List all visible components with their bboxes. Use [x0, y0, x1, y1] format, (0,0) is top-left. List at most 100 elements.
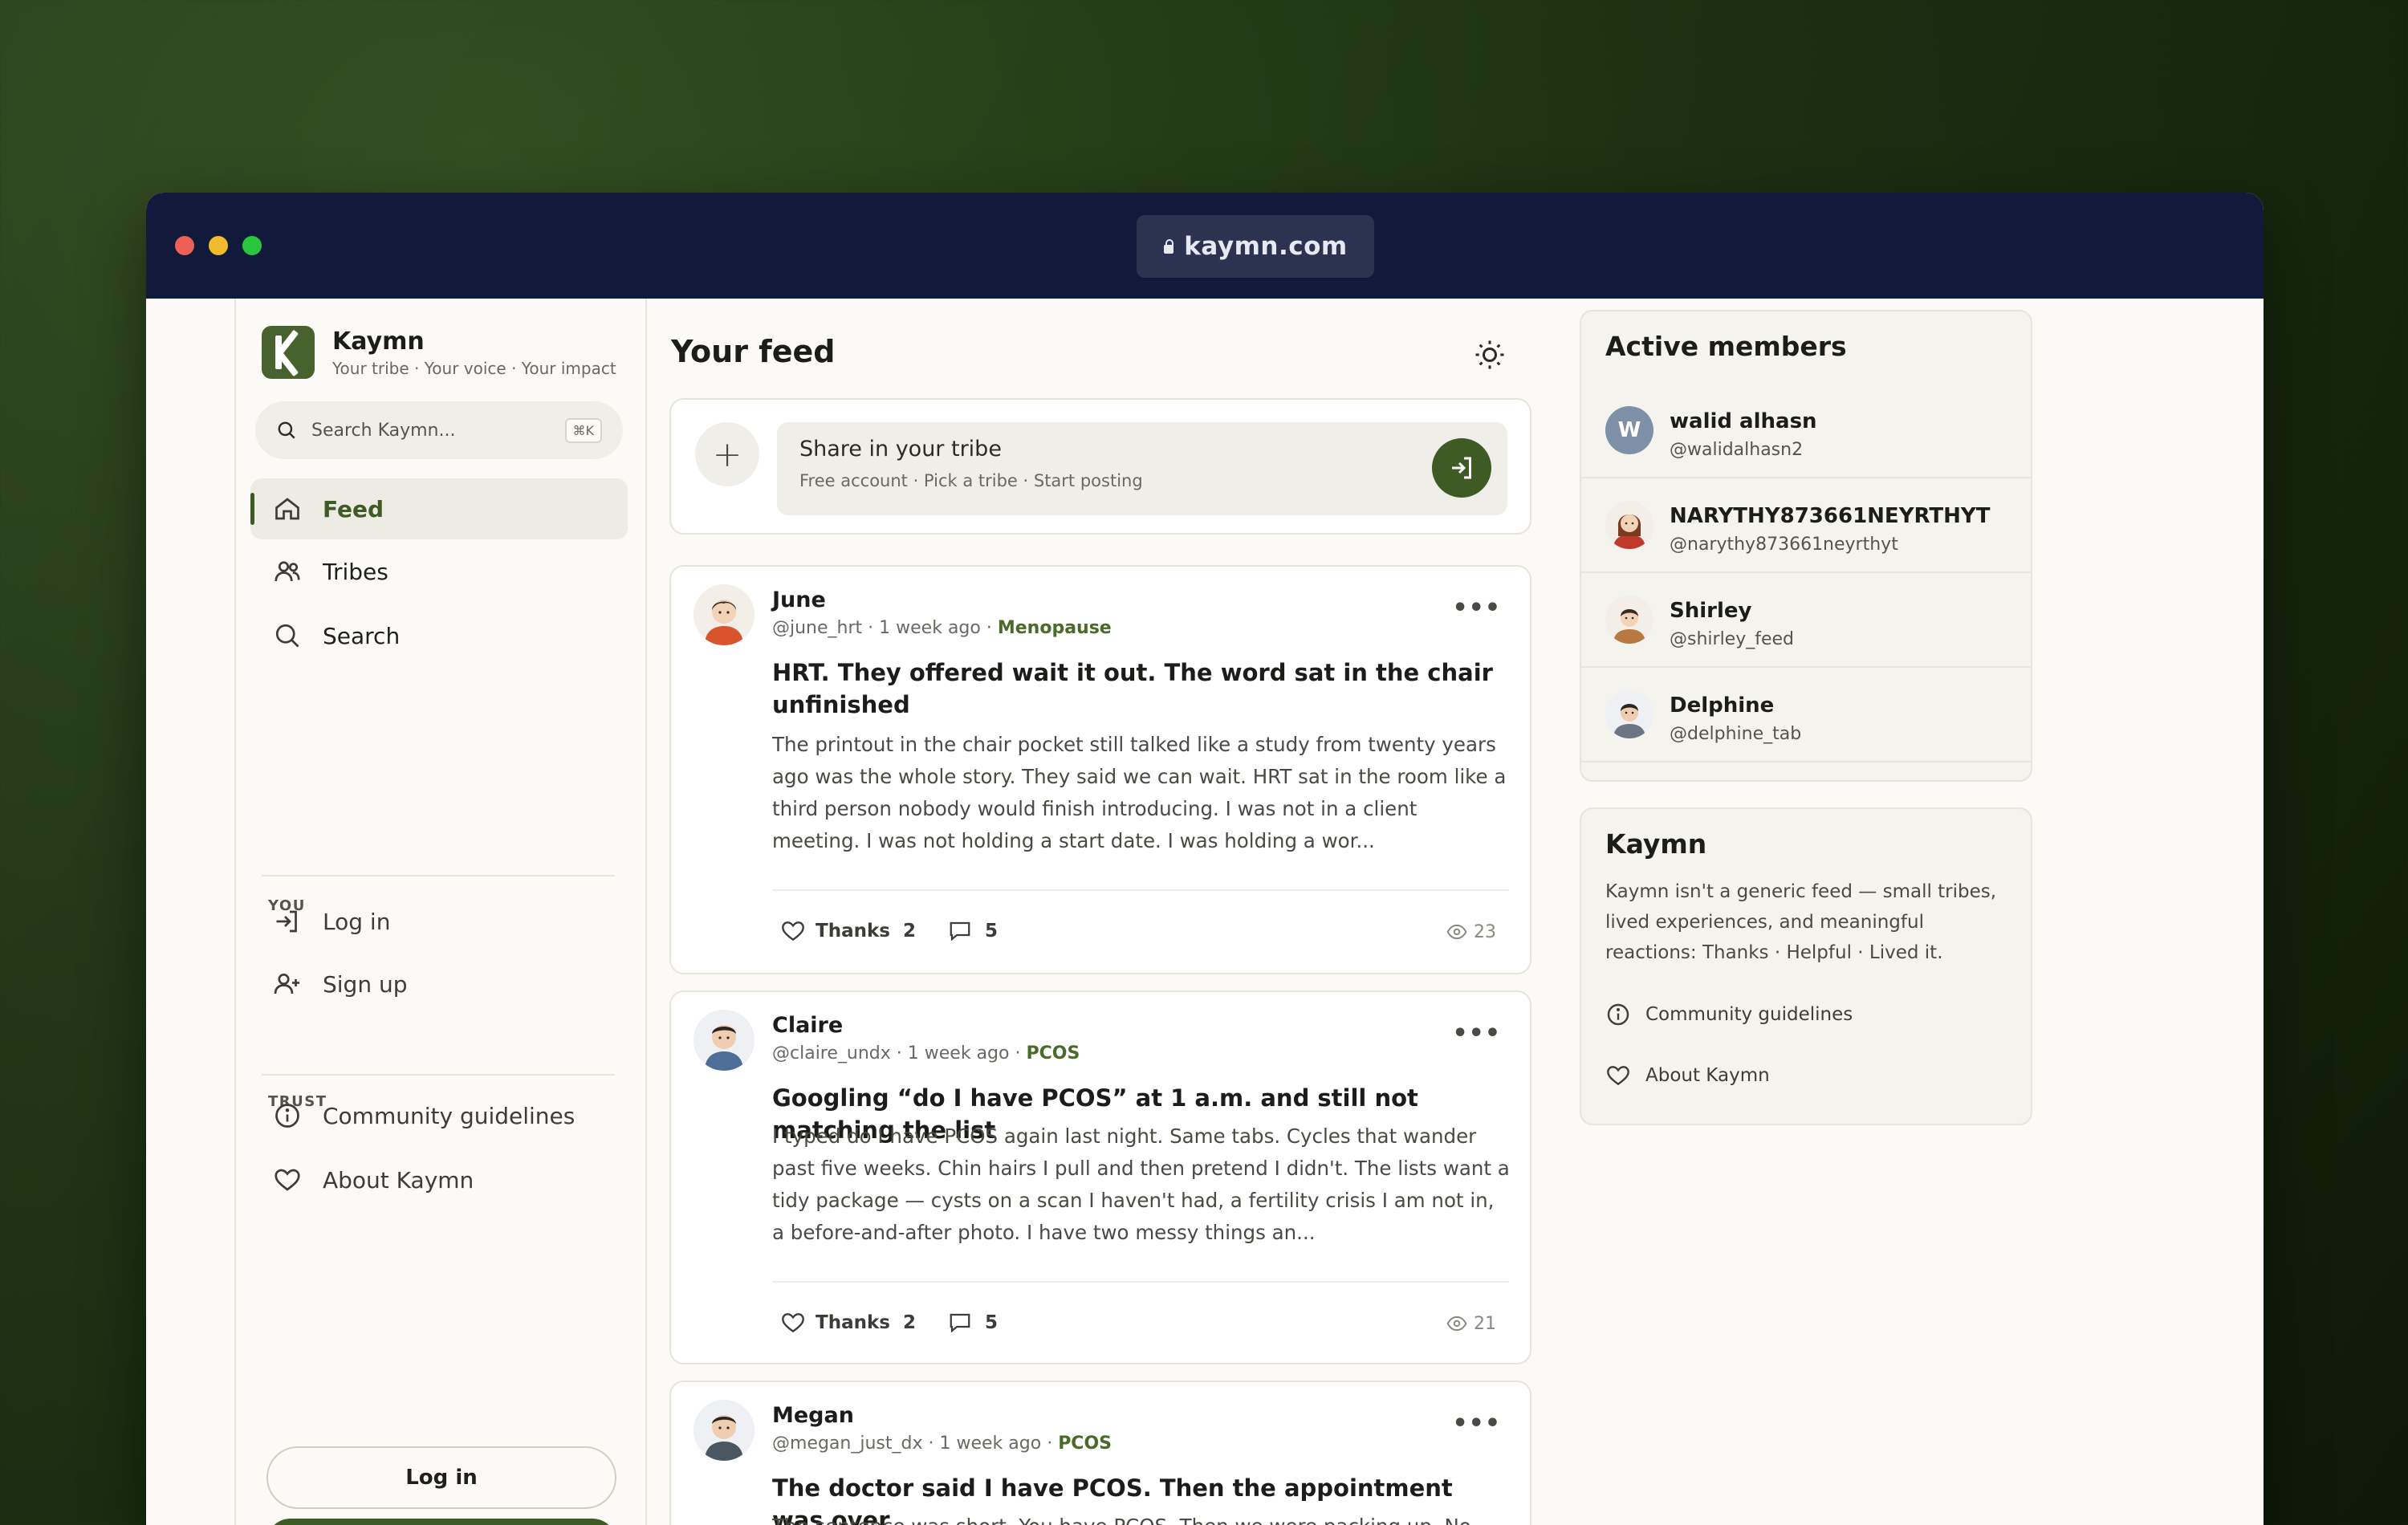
- avatar-illustration: [694, 1010, 755, 1071]
- post-meta: @claire_undx · 1 week ago · PCOS: [772, 1043, 1080, 1063]
- brand[interactable]: Kaymn Your tribe · Your voice · Your imp…: [262, 326, 616, 379]
- post-reactions: Thanks 2 5: [780, 918, 1030, 944]
- address-bar-url: kaymn.com: [1184, 232, 1348, 261]
- views-count: 23: [1474, 921, 1496, 942]
- sidebar-item-community-guidelines[interactable]: Community guidelines: [250, 1085, 628, 1146]
- login-button[interactable]: Log in: [266, 1446, 616, 1509]
- thanks-label: Thanks: [816, 1312, 890, 1333]
- info-icon: [1607, 1003, 1629, 1026]
- signup-button[interactable]: [266, 1519, 616, 1525]
- sidebar-item-signup[interactable]: Sign up: [250, 954, 628, 1015]
- comment-icon: [950, 921, 970, 941]
- sidebar-item-label: Tribes: [323, 558, 388, 585]
- post-tribe-tag[interactable]: Menopause: [998, 618, 1112, 638]
- heart-icon: [1607, 1066, 1629, 1086]
- post-views: 23: [1446, 921, 1496, 942]
- avatar: [1605, 596, 1653, 644]
- eye-icon: [1446, 1316, 1467, 1332]
- avatar: W: [1605, 406, 1653, 454]
- more-options-icon[interactable]: •••: [1452, 1409, 1501, 1438]
- member-name: walid alhasn: [1670, 409, 1817, 433]
- post-author[interactable]: Megan: [772, 1403, 854, 1428]
- sidebar-item-about[interactable]: About Kaymn: [250, 1149, 628, 1210]
- post-card[interactable]: June @june_hrt · 1 week ago · Menopause …: [669, 565, 1531, 974]
- close-window-button[interactable]: [175, 236, 194, 255]
- comments-count: 5: [984, 1312, 998, 1333]
- member-item[interactable]: W walid alhasn @walidalhasn2: [1581, 384, 2031, 478]
- more-options-icon[interactable]: •••: [1452, 1019, 1501, 1047]
- address-bar[interactable]: kaymn.com: [1137, 215, 1374, 278]
- search-shortcut-badge: ⌘K: [564, 417, 602, 443]
- sidebar-item-tribes[interactable]: Tribes: [250, 541, 628, 602]
- sidebar-item-search[interactable]: Search: [250, 605, 628, 666]
- avatar-illustration: [694, 584, 755, 645]
- thanks-button[interactable]: Thanks 2: [780, 918, 916, 944]
- sidebar-item-login[interactable]: Log in: [250, 891, 628, 952]
- community-guidelines-link[interactable]: Community guidelines: [1605, 1002, 1853, 1027]
- minimize-window-button[interactable]: [209, 236, 228, 255]
- thanks-label: Thanks: [816, 921, 890, 941]
- user-plus-icon: [274, 973, 299, 994]
- post-time: 1 week ago: [879, 618, 981, 638]
- about-kaymn-link[interactable]: About Kaymn: [1605, 1063, 1770, 1088]
- member-item[interactable]: Shirley @shirley_feed: [1581, 573, 2031, 668]
- post-meta: @june_hrt · 1 week ago · Menopause: [772, 618, 1112, 638]
- sidebar-item-feed[interactable]: Feed: [250, 478, 628, 539]
- comments-button[interactable]: 5: [948, 1311, 998, 1335]
- sidebar-item-label: Log in: [323, 908, 391, 935]
- post-author[interactable]: June: [772, 588, 826, 612]
- feed: Your feed + Share in your tribe Free acc…: [669, 299, 1531, 1525]
- post-author[interactable]: Claire: [772, 1013, 843, 1038]
- avatar[interactable]: [694, 1400, 755, 1461]
- comments-button[interactable]: 5: [948, 919, 998, 943]
- brand-tagline: Your tribe · Your voice · Your impact: [332, 358, 616, 378]
- browser-window: kaymn.com Kaymn Your tribe · Your voice …: [146, 193, 2264, 1525]
- member-handle: @walidalhasn2: [1670, 440, 1804, 460]
- avatar-illustration: [694, 1400, 755, 1461]
- sidebar-divider: [262, 1074, 615, 1076]
- add-post-button[interactable]: +: [695, 422, 759, 486]
- post-title[interactable]: HRT. They offered wait it out. The word …: [772, 657, 1511, 721]
- member-item[interactable]: NARYTHY873661NEYRTHYT @narythy873661neyr…: [1581, 478, 2031, 573]
- avatar[interactable]: [694, 1010, 755, 1071]
- maximize-window-button[interactable]: [242, 236, 262, 255]
- post-handle: @claire_undx: [772, 1043, 891, 1063]
- share-input[interactable]: Share in your tribe Free account · Pick …: [777, 422, 1507, 515]
- brand-name: Kaymn: [332, 327, 425, 356]
- info-icon: [275, 1104, 299, 1128]
- link-label: Community guidelines: [1645, 1004, 1853, 1025]
- member-handle: @shirley_feed: [1670, 629, 1795, 649]
- avatar: [1605, 501, 1653, 549]
- theme-toggle-sun-icon[interactable]: [1474, 339, 1506, 371]
- start-posting-button[interactable]: [1432, 438, 1491, 498]
- post-reactions: Thanks 2 5: [780, 1310, 1030, 1336]
- thanks-button[interactable]: Thanks 2: [780, 1310, 916, 1336]
- home-icon: [275, 498, 299, 520]
- about-card: Kaymn Kaymn isn't a generic feed — small…: [1580, 807, 2032, 1125]
- post-divider: [772, 1281, 1509, 1283]
- post-card[interactable]: Megan @megan_just_dx · 1 week ago · PCOS…: [669, 1381, 1531, 1525]
- post-time: 1 week ago: [907, 1043, 1010, 1063]
- avatar[interactable]: [694, 584, 755, 645]
- sidebar: Kaymn Your tribe · Your voice · Your imp…: [234, 299, 647, 1525]
- sidebar-item-label: About Kaymn: [323, 1166, 474, 1194]
- login-icon: [276, 910, 297, 933]
- post-tribe-tag[interactable]: PCOS: [1058, 1434, 1112, 1454]
- sidebar-item-label: Search: [323, 622, 401, 649]
- avatar: [1605, 690, 1653, 738]
- search-icon: [278, 421, 295, 439]
- member-item[interactable]: Delphine @delphine_tab: [1581, 668, 2031, 762]
- eye-icon: [1446, 924, 1467, 940]
- post-card[interactable]: Claire @claire_undx · 1 week ago · PCOS …: [669, 990, 1531, 1364]
- about-title: Kaymn: [1605, 828, 1707, 860]
- search-placeholder: Search Kaymn...: [311, 420, 456, 441]
- more-options-icon[interactable]: •••: [1452, 594, 1501, 622]
- sidebar-divider: [262, 875, 615, 876]
- thanks-count: 2: [902, 921, 916, 941]
- heart-icon: [782, 921, 804, 941]
- search-input[interactable]: Search Kaymn... ⌘K: [255, 401, 623, 459]
- post-tribe-tag[interactable]: PCOS: [1026, 1043, 1080, 1063]
- kaymn-logo: [262, 326, 315, 379]
- active-members-title: Active members: [1605, 331, 1847, 362]
- users-icon: [275, 561, 300, 582]
